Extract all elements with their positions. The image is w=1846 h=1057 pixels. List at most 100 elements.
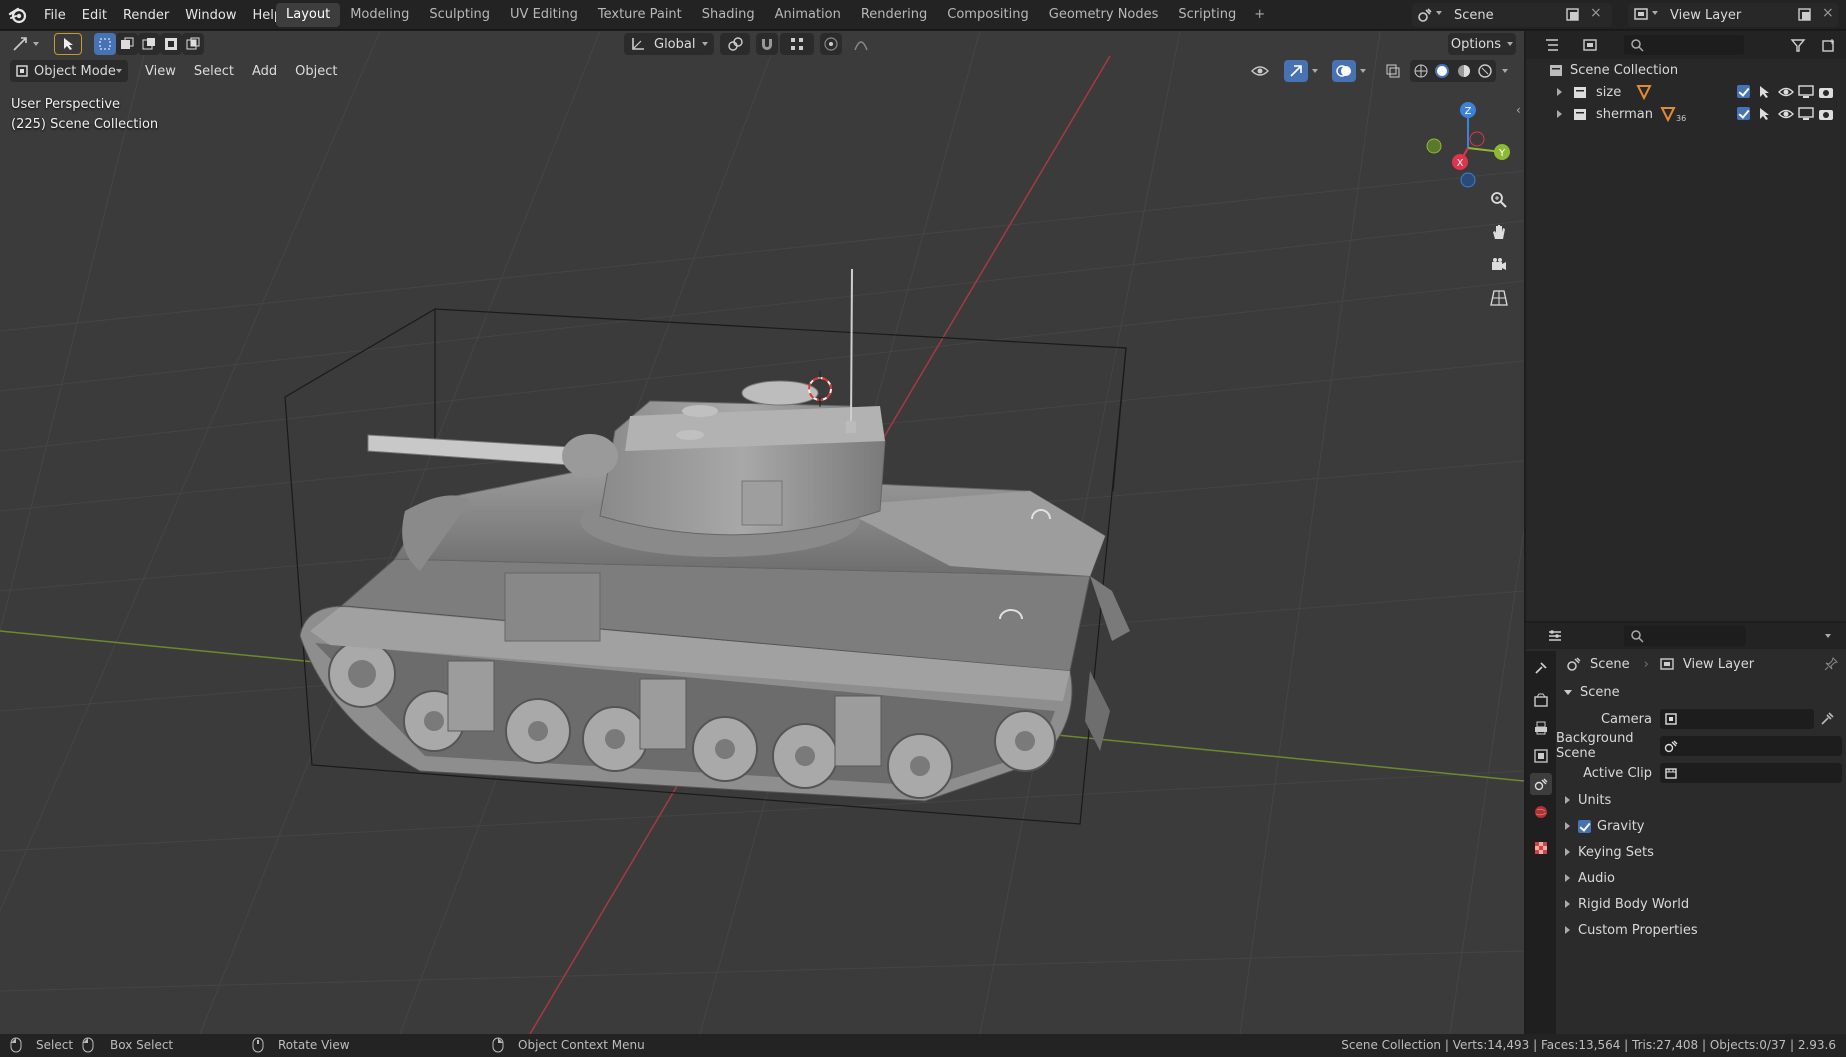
eye-icon[interactable] xyxy=(1778,85,1794,99)
outliner-row-size[interactable]: size xyxy=(1526,81,1846,103)
shading-dropdown[interactable] xyxy=(1498,60,1512,82)
audio-subpanel[interactable]: Audio xyxy=(1556,867,1846,889)
new-collection-button[interactable] xyxy=(1818,34,1840,56)
eye-icon[interactable] xyxy=(1778,107,1794,121)
neg-z-axis-icon[interactable] xyxy=(1460,172,1476,188)
overlays-toggle[interactable] xyxy=(1332,60,1356,82)
visibility-dropdown[interactable] xyxy=(1244,60,1276,82)
object-mode-dropdown[interactable]: Object Mode xyxy=(10,60,128,82)
scene-panel-header[interactable]: Scene xyxy=(1556,681,1846,703)
menu-select[interactable]: Select xyxy=(185,64,243,79)
3d-viewport[interactable]: Global Options Object Mode View Select A… xyxy=(0,31,1524,1034)
outliner-editor-type-button[interactable] xyxy=(1536,34,1568,56)
collection-name[interactable]: size xyxy=(1596,85,1636,100)
new-view-layer-icon[interactable] xyxy=(1796,6,1814,24)
tab-output[interactable] xyxy=(1530,717,1552,739)
xray-toggle[interactable] xyxy=(1382,60,1404,82)
display-mode-dropdown[interactable] xyxy=(1574,34,1606,56)
blender-logo-icon[interactable] xyxy=(8,5,28,25)
expand-arrow-icon[interactable] xyxy=(1565,848,1570,856)
solid-shading-icon[interactable] xyxy=(1434,63,1450,79)
gravity-checkbox[interactable] xyxy=(1578,819,1591,833)
active-clip-field[interactable] xyxy=(1660,763,1842,783)
exclude-checkbox[interactable] xyxy=(1737,107,1750,120)
keying-sets-subpanel[interactable]: Keying Sets xyxy=(1556,841,1846,863)
menu-render[interactable]: Render xyxy=(115,8,177,23)
expand-arrow-icon[interactable] xyxy=(1565,822,1570,830)
add-workspace-icon[interactable]: + xyxy=(1246,3,1273,27)
tab-render[interactable] xyxy=(1530,689,1552,711)
snap-target-dropdown[interactable] xyxy=(780,33,814,55)
exclude-checkbox[interactable] xyxy=(1737,85,1750,98)
view-layer-selector[interactable]: View Layer × xyxy=(1628,3,1838,27)
select-mode-extend-button[interactable] xyxy=(116,33,138,55)
outliner-search-input[interactable] xyxy=(1624,35,1744,55)
tab-sculpting[interactable]: Sculpting xyxy=(419,3,500,27)
expand-arrow-icon[interactable] xyxy=(1565,926,1570,934)
new-scene-icon[interactable] xyxy=(1564,6,1582,24)
expand-arrow-icon[interactable] xyxy=(1557,88,1562,96)
pivot-point-dropdown[interactable] xyxy=(720,33,750,55)
zoom-icon[interactable] xyxy=(1486,187,1512,213)
transform-orientation-dropdown[interactable]: Global xyxy=(624,33,714,55)
select-mode-invert-button[interactable] xyxy=(160,33,182,55)
tab-texture[interactable] xyxy=(1530,837,1552,859)
selectable-arrow-icon[interactable] xyxy=(1758,85,1772,99)
menu-window[interactable]: Window xyxy=(177,8,244,23)
neg-y-axis-icon[interactable] xyxy=(1426,138,1442,154)
tab-animation[interactable]: Animation xyxy=(765,3,851,27)
camera-field[interactable] xyxy=(1660,709,1814,729)
tab-compositing[interactable]: Compositing xyxy=(937,3,1039,27)
expand-arrow-icon[interactable] xyxy=(1565,874,1570,882)
sherman-tank-model[interactable] xyxy=(299,268,1130,802)
menu-object[interactable]: Object xyxy=(286,64,346,79)
perspective-grid-icon[interactable] xyxy=(1486,285,1512,311)
editor-type-button[interactable] xyxy=(8,33,42,55)
tab-scripting[interactable]: Scripting xyxy=(1168,3,1246,27)
tab-tool[interactable] xyxy=(1530,657,1552,679)
tab-world[interactable] xyxy=(1530,801,1552,823)
scene-name[interactable]: Scene xyxy=(1454,8,1494,23)
outliner-row-scene-collection[interactable]: Scene Collection xyxy=(1526,59,1846,81)
rendered-shading-icon[interactable] xyxy=(1477,63,1493,79)
rigid-body-world-subpanel[interactable]: Rigid Body World xyxy=(1556,893,1846,915)
options-dropdown[interactable]: Options xyxy=(1448,33,1516,55)
overlays-dropdown[interactable] xyxy=(1356,60,1370,82)
filter-dropdown[interactable] xyxy=(1782,34,1814,56)
properties-options-dropdown[interactable] xyxy=(1818,625,1838,647)
eyedropper-icon[interactable] xyxy=(1820,712,1834,726)
menu-file[interactable]: File xyxy=(36,8,74,23)
menu-add[interactable]: Add xyxy=(243,64,286,79)
menu-view[interactable]: View xyxy=(136,64,185,79)
viewport-scene[interactable] xyxy=(0,31,1524,1034)
custom-properties-subpanel[interactable]: Custom Properties xyxy=(1556,919,1846,941)
tab-geometry-nodes[interactable]: Geometry Nodes xyxy=(1039,3,1169,27)
collection-name[interactable]: sherman xyxy=(1596,107,1660,122)
expand-arrow-icon[interactable] xyxy=(1564,689,1572,695)
material-preview-icon[interactable] xyxy=(1456,63,1472,79)
units-subpanel[interactable]: Units xyxy=(1556,789,1846,811)
pin-icon[interactable] xyxy=(1824,657,1838,671)
menu-edit[interactable]: Edit xyxy=(74,8,115,23)
selectable-arrow-icon[interactable] xyxy=(1758,107,1772,121)
render-camera-icon[interactable] xyxy=(1818,107,1834,121)
view-layer-name[interactable]: View Layer xyxy=(1670,8,1741,23)
close-icon[interactable]: × xyxy=(1822,5,1834,21)
gizmo-dropdown[interactable] xyxy=(1308,60,1322,82)
tab-texture-paint[interactable]: Texture Paint xyxy=(588,3,692,27)
select-mode-intersect-button[interactable] xyxy=(182,33,204,55)
expand-arrow-icon[interactable] xyxy=(1565,796,1570,804)
tab-layout[interactable]: Layout xyxy=(276,3,341,27)
tab-scene[interactable] xyxy=(1530,773,1552,795)
gravity-subpanel[interactable]: Gravity xyxy=(1556,815,1846,837)
expand-arrow-icon[interactable] xyxy=(1557,110,1562,118)
camera-view-icon[interactable] xyxy=(1486,252,1512,278)
monitor-icon[interactable] xyxy=(1798,107,1814,121)
outliner-row-sherman[interactable]: sherman 36 xyxy=(1526,103,1846,125)
tab-modeling[interactable]: Modeling xyxy=(340,3,419,27)
tab-rendering[interactable]: Rendering xyxy=(851,3,937,27)
tab-uv-editing[interactable]: UV Editing xyxy=(500,3,588,27)
select-tool-button[interactable] xyxy=(54,33,82,55)
gizmo-toggle[interactable] xyxy=(1284,60,1308,82)
close-icon[interactable]: × xyxy=(1590,5,1602,21)
